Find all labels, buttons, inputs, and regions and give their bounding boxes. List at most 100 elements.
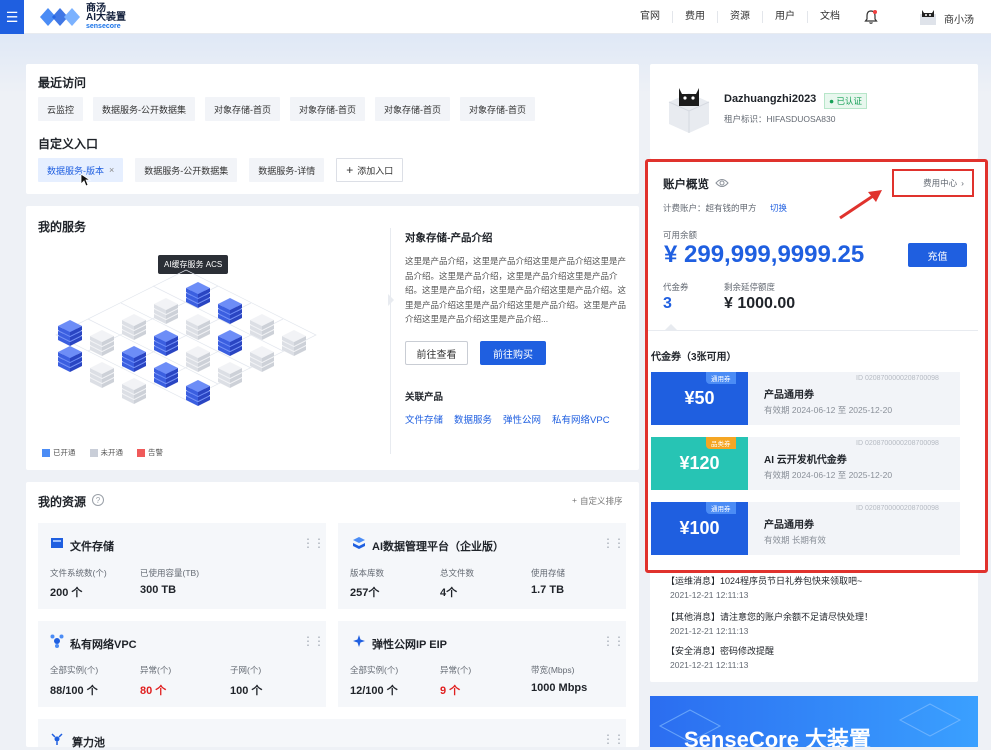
related-link[interactable]: 文件存储 [405, 412, 443, 426]
sensecore-banner[interactable]: SenseCore 大装置 [650, 696, 978, 747]
coupon-label: 代金券 [663, 282, 689, 292]
stat-label: 异常(个) [440, 665, 472, 675]
service-cube-inactive[interactable] [282, 330, 306, 356]
message-date: 2021-12-21 12:11:13 [670, 590, 749, 600]
custom-sort-button[interactable]: + 自定义排序 [572, 495, 622, 507]
voucher-name: 产品通用券 [764, 520, 814, 531]
recent-item[interactable]: 对象存储-首页 [290, 97, 366, 121]
nav-resources[interactable]: 资源 [718, 11, 763, 23]
close-icon[interactable]: × [109, 165, 114, 175]
voucher-validity: 有效期 2024-06-12 至 2025-12-20 [764, 470, 893, 480]
billing-account: 计费账户：超有钱的甲方 [663, 203, 757, 213]
drag-handle-icon[interactable]: ⋮⋮ [602, 536, 625, 550]
service-cube-active[interactable] [218, 330, 242, 356]
cursor-icon [80, 173, 92, 187]
service-cube-active[interactable] [58, 346, 82, 372]
nav-docs[interactable]: 文档 [808, 11, 852, 23]
message-item[interactable]: 【其他消息】请注意您的账户余额不足请尽快处理！ [666, 610, 873, 623]
pointer-arrow [388, 294, 394, 306]
credit-value: ¥ 1000.00 [724, 295, 796, 312]
sort-label: 自定义排序 [579, 496, 623, 506]
related-link[interactable]: 数据服务 [454, 412, 492, 426]
legend-swatch [137, 449, 145, 458]
service-cube-inactive[interactable] [250, 346, 274, 372]
buy-button[interactable]: 前往购买 [480, 341, 546, 365]
tenant-id: 租户标识：HIFASDUOSA830 [724, 114, 836, 124]
file-storage-icon [51, 538, 63, 548]
custom-list: 数据服务-版本 × 数据服务-公开数据集 数据服务-详情 + 添加入口 [38, 158, 404, 182]
recent-list: 云监控 数据服务-公开数据集 对象存储-首页 对象存储-首页 对象存储-首页 对… [38, 97, 536, 121]
service-cube-active[interactable] [154, 330, 178, 356]
top-nav: 官网 费用 资源 用户 文档 [628, 0, 852, 34]
verified-badge: ● 已认证 [824, 93, 868, 109]
legend-item: 已开通 [42, 447, 76, 458]
voucher-caret [665, 324, 677, 330]
sensecore-logo[interactable] [36, 5, 80, 29]
coupon-count[interactable]: 3 [663, 295, 672, 313]
related-link[interactable]: 私有网络VPC [552, 412, 610, 426]
banner-text: SenseCore 大装置 [684, 727, 872, 747]
stat-value: 1.7 TB [531, 584, 565, 596]
custom-item[interactable]: 数据服务-公开数据集 [135, 158, 238, 182]
nav-fees[interactable]: 费用 [673, 11, 718, 23]
recent-item[interactable]: 对象存储-首页 [205, 97, 281, 121]
user-avatar[interactable] [918, 6, 938, 26]
recent-item[interactable]: 数据服务-公开数据集 [93, 97, 196, 121]
nav-users[interactable]: 用户 [763, 11, 808, 23]
service-cube-inactive[interactable] [154, 298, 178, 324]
balance-value: ¥ 299,999,9999.25 [664, 241, 865, 268]
eye-icon[interactable] [715, 177, 729, 189]
logo-sub: sensecore [86, 23, 121, 30]
nav-official[interactable]: 官网 [628, 11, 673, 23]
stat-label: 异常(个) [140, 665, 172, 675]
legend-item: 未开通 [89, 447, 123, 458]
drag-handle-icon[interactable]: ⋮⋮ [602, 732, 625, 746]
stat-value: 100 个 [230, 685, 263, 697]
recent-item[interactable]: 对象存储-首页 [375, 97, 451, 121]
logo-line2: AI大装置 [86, 12, 126, 23]
resource-tile-compute-pool[interactable] [38, 719, 626, 747]
menu-icon[interactable]: ☰ [0, 0, 24, 34]
service-detail-text: 这里是产品介绍，这里是产品介绍这里是产品介绍这里是产品介绍。这里是产品介绍，这里… [405, 256, 627, 324]
service-isometric-map[interactable] [36, 240, 336, 440]
add-entry-button[interactable]: + 添加入口 [336, 158, 404, 182]
related-title: 关联产品 [405, 392, 444, 403]
service-cube-active[interactable] [186, 380, 210, 406]
stat-value-alert: 80 个 [140, 685, 167, 697]
service-cube-inactive[interactable] [186, 346, 210, 372]
legend-swatch [42, 449, 50, 458]
message-item[interactable]: 【运维消息】1024程序员节日礼券包快来领取吧~ [666, 574, 862, 587]
recharge-button[interactable]: 充值 [908, 243, 967, 267]
help-icon[interactable]: ? [92, 494, 104, 506]
view-button[interactable]: 前往查看 [405, 341, 468, 365]
service-cube-inactive[interactable] [90, 362, 114, 388]
related-link[interactable]: 弹性公网 [503, 412, 541, 426]
stat-value: 88/100 个 [50, 685, 98, 697]
voucher-id: ID 0208700000208700098 [856, 375, 939, 382]
service-cube-active[interactable] [122, 346, 146, 372]
drag-handle-icon[interactable]: ⋮⋮ [302, 634, 325, 648]
service-detail-title: 对象存储-产品介绍 [405, 232, 493, 244]
drag-handle-icon[interactable]: ⋮⋮ [302, 536, 325, 550]
bell-icon[interactable] [862, 8, 880, 26]
voucher-tag: 通用券 [706, 372, 736, 384]
fee-center-link[interactable]: 费用中心 › [892, 169, 974, 197]
service-cube-inactive[interactable] [186, 314, 210, 340]
service-cube-inactive[interactable] [122, 314, 146, 340]
service-cube-inactive[interactable] [90, 330, 114, 356]
recent-item[interactable]: 云监控 [38, 97, 84, 121]
service-cube-active[interactable] [154, 362, 178, 388]
service-cube-inactive[interactable] [218, 362, 242, 388]
user-name[interactable]: 商小汤 [944, 11, 974, 26]
resource-tile-ai-data[interactable] [338, 523, 626, 609]
services-divider [390, 228, 391, 454]
voucher-id: ID 0208700000208700098 [856, 505, 939, 512]
message-item[interactable]: 【安全消息】密码修改提醒 [666, 644, 774, 657]
stat-value: 4个 [440, 587, 458, 599]
custom-item[interactable]: 数据服务-详情 [249, 158, 325, 182]
switch-account-link[interactable]: 切换 [770, 202, 787, 214]
eip-icon [353, 635, 365, 647]
recent-item[interactable]: 对象存储-首页 [460, 97, 536, 121]
drag-handle-icon[interactable]: ⋮⋮ [602, 634, 625, 648]
service-cube-inactive[interactable] [122, 378, 146, 404]
